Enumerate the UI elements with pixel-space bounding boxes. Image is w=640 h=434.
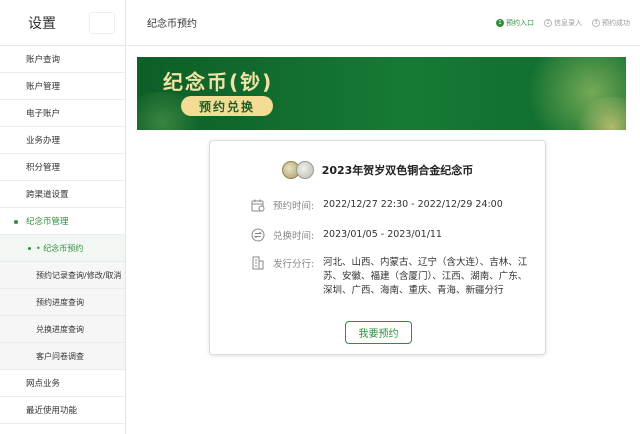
sidebar-item-label: 账户查询 [26,55,61,65]
sidebar-item-branch[interactable]: 网点业务 [0,370,125,397]
step-number: 2 [544,18,552,27]
step-label: 预约入口 [506,18,534,27]
main-content: 纪念币预约 1 预约入口 2 信息录入 3 预约成功 纪念币(钞) 预约兑换 2… [127,0,640,434]
banner-title: 纪念币(钞) [163,70,274,94]
banner-pill: 预约兑换 [181,96,273,116]
sidebar-item-label: 电子账户 [26,109,61,119]
sidebar-subitem-label: • 纪念币预约 [36,243,84,253]
calendar-icon [250,198,266,212]
reserve-time-row: 预约时间: 2022/12/27 22:30 - 2022/12/29 24:0… [250,198,503,212]
coin-title: 2023年贺岁双色铜合金纪念币 [321,164,474,177]
sidebar-item-cross-channel[interactable]: 跨渠道设置 [0,181,125,208]
branch-value: 河北、山西、内蒙古、辽宁（含大连）、吉林、江苏、安徽、福建（含厦门）、江西、湖南… [323,257,528,296]
sidebar-item-label: 账户管理 [26,82,61,92]
reserve-time-label: 预约时间: [273,201,315,212]
step-3: 3 预约成功 [592,18,630,28]
branch-row: 发行分行: 河北、山西、内蒙古、辽宁（含大连）、吉林、江苏、安徽、福建（含厦门）… [250,256,533,298]
sidebar-item-label: 积分管理 [26,163,61,173]
exchange-icon [250,228,266,242]
step-number: 3 [592,18,600,27]
sidebar-subitem-label: 兑换进度查询 [36,324,84,334]
sidebar-subitem-exchange-progress[interactable]: 兑换进度查询 [0,316,125,343]
sidebar-item-business[interactable]: 业务办理 [0,127,125,154]
sidebar-item-label: 网点业务 [26,379,61,389]
step-number: 1 [496,18,504,27]
sidebar-subitem-label: 预约进度查询 [36,297,84,307]
exchange-time-label: 兑换时间: [273,231,315,242]
coin-card: 2023年贺岁双色铜合金纪念币 预约时间: 2022/12/27 22:30 -… [209,140,546,355]
sidebar-subitem-label: 客户问卷调查 [36,351,84,361]
coin-icon [281,157,316,183]
promo-banner: 纪念币(钞) 预约兑换 [137,57,626,130]
sidebar: 设置 账户查询 账户管理 电子账户 业务办理 积分管理 跨渠道设置 纪念币管理 … [0,0,126,434]
sidebar-title: 设置 [0,0,125,46]
sidebar-subitem-label: 预约记录查询/修改/取消 [36,270,122,280]
page-title: 纪念币预约 [147,19,197,30]
step-indicator: 1 预约入口 2 信息录入 3 预约成功 [496,18,630,28]
sidebar-item-label: 最近使用功能 [26,406,78,416]
sidebar-subitem-survey[interactable]: 客户问卷调查 [0,343,125,370]
sidebar-item-label: 跨渠道设置 [26,190,69,200]
sidebar-title-text: 设置 [28,15,56,32]
sidebar-item-points[interactable]: 积分管理 [0,154,125,181]
sidebar-item-e-account[interactable]: 电子账户 [0,100,125,127]
sidebar-item-account-query[interactable]: 账户查询 [0,46,125,73]
reserve-button[interactable]: 我要预约 [345,321,412,344]
building-icon [250,256,266,270]
branch-label: 发行分行: [273,259,315,270]
exchange-time-row: 兑换时间: 2023/01/05 - 2023/01/11 [250,228,442,242]
step-label: 预约成功 [602,18,630,27]
step-label: 信息录入 [554,18,582,27]
step-2: 2 信息录入 [544,18,582,28]
step-1: 1 预约入口 [496,18,534,28]
sidebar-item-account-manage[interactable]: 账户管理 [0,73,125,100]
exchange-time-value: 2023/01/05 - 2023/01/11 [323,229,442,240]
reserve-time-value: 2022/12/27 22:30 - 2022/12/29 24:00 [323,199,503,210]
sidebar-subitem-reserve-progress[interactable]: 预约进度查询 [0,289,125,316]
sidebar-subitem-reserve-records[interactable]: 预约记录查询/修改/取消 [0,262,125,289]
sidebar-item-label: 纪念币管理 [26,217,69,227]
card-header: 2023年贺岁双色铜合金纪念币 [210,157,545,183]
sidebar-item-coin-manage[interactable]: 纪念币管理 [0,208,125,235]
sidebar-item-recent[interactable]: 最近使用功能 [0,397,125,424]
sidebar-item-label: 业务办理 [26,136,61,146]
sidebar-subitem-coin-reserve[interactable]: • 纪念币预约 [0,235,125,262]
settings-decoration-icon [89,12,115,34]
header: 纪念币预约 1 预约入口 2 信息录入 3 预约成功 [127,0,640,46]
